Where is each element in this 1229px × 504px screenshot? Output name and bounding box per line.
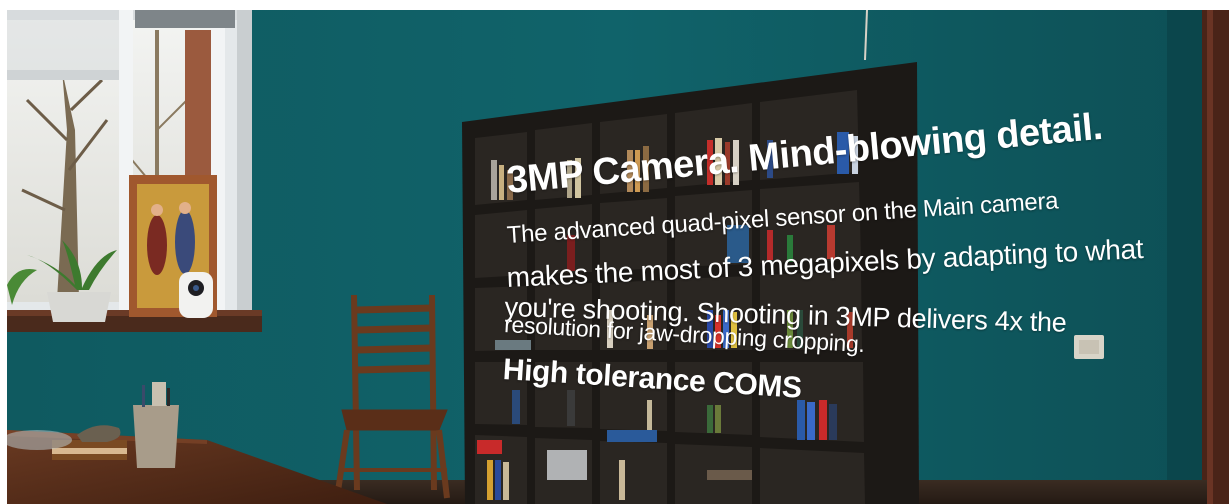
door-frame [1202, 10, 1229, 504]
wall-corner-shadow [1167, 10, 1207, 504]
bookshelf [462, 62, 919, 504]
room-photo [7, 10, 1229, 504]
security-camera [179, 272, 213, 318]
room-scene [7, 10, 1229, 504]
